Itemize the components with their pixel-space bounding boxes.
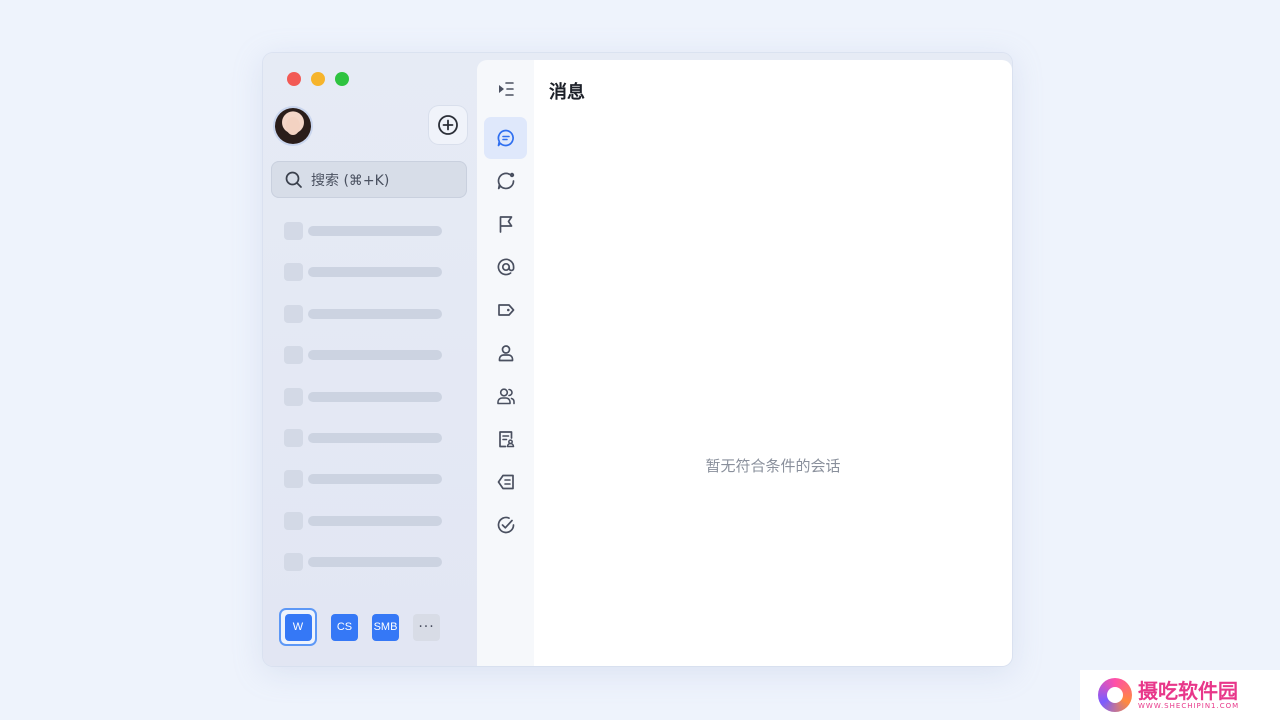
conversation-skeleton-row — [284, 511, 442, 530]
plus-circle-icon — [438, 115, 458, 135]
watermark-url: WWW.SHECHIPIN1.COM — [1138, 702, 1240, 710]
skeleton-avatar — [284, 304, 303, 323]
search-icon — [285, 171, 302, 188]
skeleton-avatar — [284, 263, 303, 282]
doc-icon — [498, 431, 514, 448]
conversation-skeleton-row — [284, 304, 442, 323]
single-chat-icon — [498, 345, 513, 362]
conversation-skeleton-row — [284, 387, 442, 406]
conversation-list-loading — [284, 222, 442, 595]
skeleton-text — [308, 557, 442, 568]
skeleton-avatar — [284, 511, 303, 530]
page-title: 消息 — [549, 82, 585, 103]
minimize-window-button[interactable] — [311, 72, 325, 86]
skeleton-avatar — [284, 346, 303, 365]
collapse-sidebar-icon — [498, 82, 514, 96]
avatar-face — [286, 117, 300, 135]
window-controls — [287, 72, 349, 86]
at-mention-icon — [497, 258, 514, 276]
search-input[interactable]: 搜索 (⌘+K) — [271, 161, 467, 198]
navigation-rail — [477, 60, 534, 666]
watermark-title: 摄吃软件园 — [1138, 679, 1238, 703]
user-avatar[interactable] — [275, 108, 311, 144]
workspace-switcher: W CS SMB ··· — [279, 608, 440, 646]
skeleton-text — [308, 308, 442, 319]
done-icon — [497, 474, 514, 490]
watermark-logo-icon — [1098, 678, 1132, 712]
skeleton-text — [308, 391, 442, 402]
skeleton-avatar — [284, 428, 303, 447]
workspace-smb-button[interactable]: SMB — [372, 613, 399, 641]
group-chat-icon — [496, 388, 515, 405]
conversation-skeleton-row — [284, 346, 442, 365]
conversation-skeleton-row — [284, 470, 442, 489]
app-window: 搜索 (⌘+K) W CS SMB ··· 消息 暂无符合条件的会话 — [263, 53, 1012, 666]
conversation-skeleton-row — [284, 222, 442, 240]
empty-state-text: 暂无符合条件的会话 — [705, 457, 841, 475]
task-check-icon — [497, 516, 514, 534]
rail-mentions[interactable] — [484, 246, 527, 288]
conversation-skeleton-row — [284, 263, 442, 282]
rail-unread[interactable] — [484, 160, 527, 202]
message-icon — [497, 129, 514, 147]
skeleton-text — [308, 267, 442, 278]
close-window-button[interactable] — [287, 72, 301, 86]
rail-single-chats[interactable] — [484, 332, 527, 374]
skeleton-avatar — [284, 222, 303, 240]
site-watermark: 摄吃软件园 WWW.SHECHIPIN1.COM — [1080, 670, 1280, 720]
conversation-skeleton-row — [284, 553, 442, 572]
rail-messages[interactable] — [484, 117, 527, 159]
rail-tasks[interactable] — [484, 504, 527, 546]
skeleton-text — [308, 515, 442, 526]
rail-flagged[interactable] — [484, 203, 527, 245]
skeleton-avatar — [284, 387, 303, 406]
main-panel: 消息 暂无符合条件的会话 — [534, 60, 1012, 666]
unread-chat-icon — [497, 172, 514, 190]
skeleton-avatar — [284, 553, 303, 572]
skeleton-text — [308, 474, 442, 485]
collapse-sidebar-button[interactable] — [484, 68, 527, 110]
search-placeholder: 搜索 (⌘+K) — [311, 172, 390, 189]
skeleton-text — [308, 432, 442, 443]
workspace-w-wrapper[interactable]: W — [279, 608, 317, 646]
flag-icon — [499, 216, 512, 233]
skeleton-avatar — [284, 470, 303, 489]
workspace-cs-button[interactable]: CS — [331, 613, 358, 641]
watermark-text: 摄吃软件园 WWW.SHECHIPIN1.COM — [1138, 680, 1239, 710]
create-button[interactable] — [429, 106, 467, 144]
more-workspaces-button[interactable]: ··· — [413, 613, 440, 641]
tag-icon — [497, 304, 514, 316]
workspace-w-button[interactable]: W — [284, 613, 312, 641]
maximize-window-button[interactable] — [335, 72, 349, 86]
rail-tags[interactable] — [484, 289, 527, 331]
rail-docs[interactable] — [484, 418, 527, 460]
conversation-skeleton-row — [284, 428, 442, 447]
skeleton-text — [308, 226, 442, 236]
rail-group-chats[interactable] — [484, 375, 527, 417]
rail-done[interactable] — [484, 461, 527, 503]
skeleton-text — [308, 350, 442, 361]
